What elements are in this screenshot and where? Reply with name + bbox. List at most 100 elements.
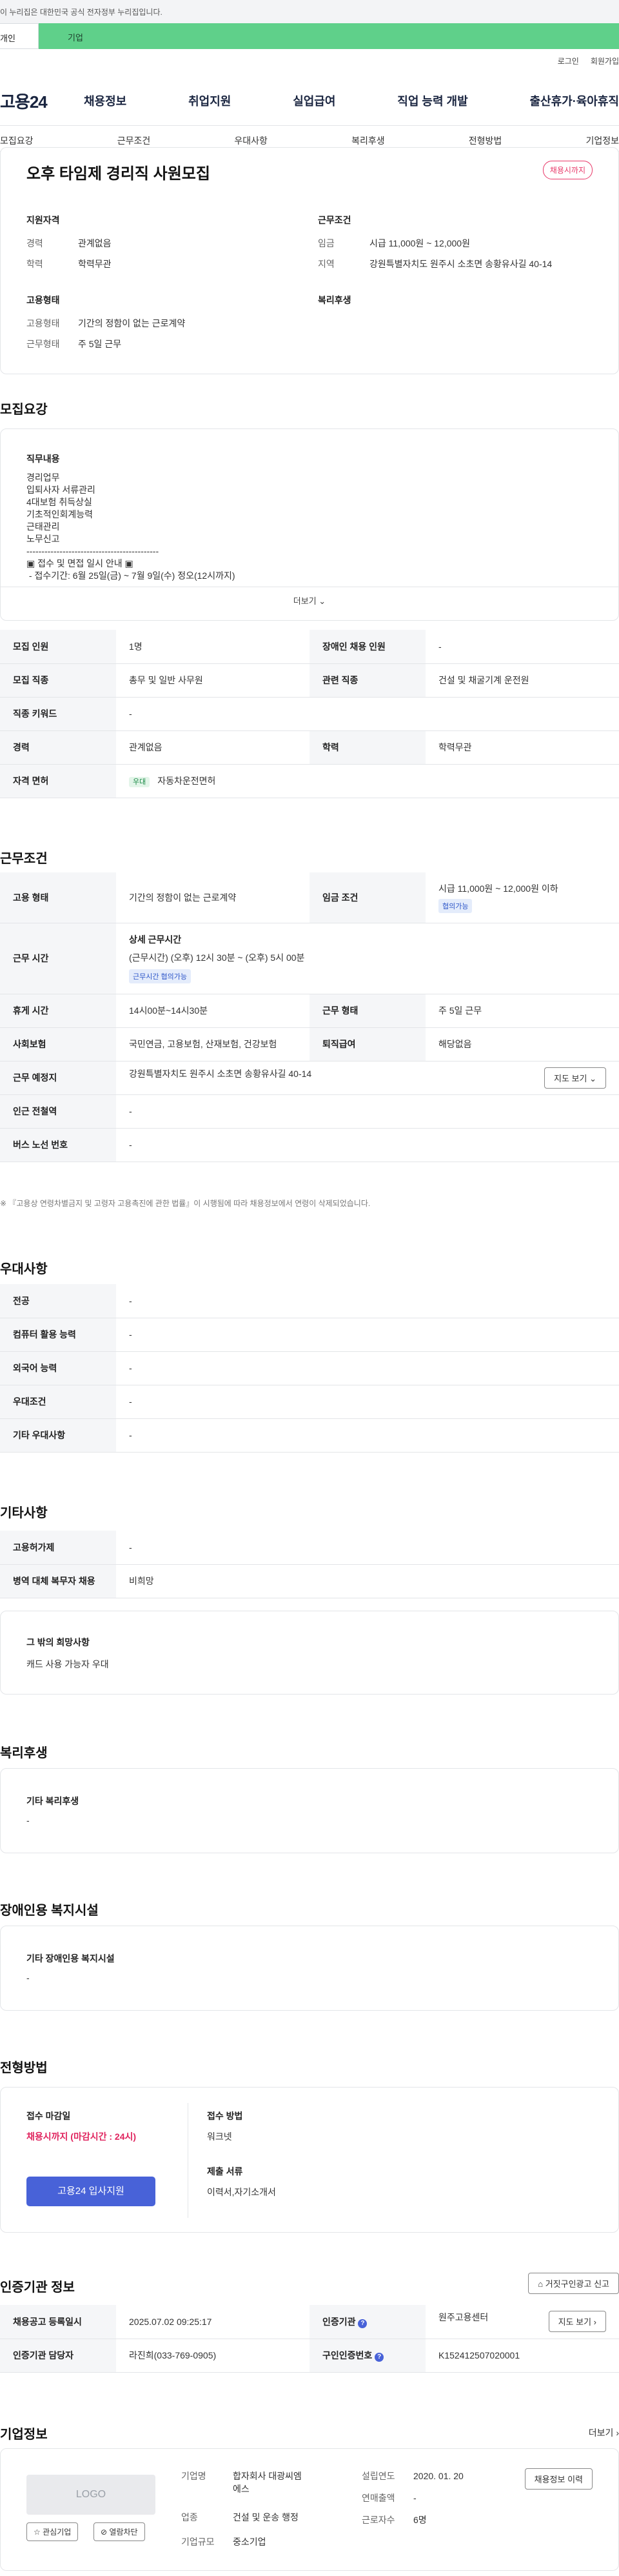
company-more-link[interactable]: 더보기 › (589, 2426, 619, 2439)
place-value: 강원특별자치도 원주시 소초면 송황유사길 40-14 (129, 1068, 312, 1079)
cell-label: 인증기관 담당자 (0, 2339, 116, 2373)
career-row: 경력 관계없음 (26, 237, 112, 250)
etc-table: 고용허가제 - 병역 대체 복무자 채용 비희망 (0, 1531, 619, 1598)
cell-label: 휴게 시간 (0, 994, 116, 1028)
work-heading: 근무조건 (318, 215, 351, 225)
cell-value: 1명 (116, 630, 310, 664)
gnb-item-support[interactable]: 취업지원 (188, 92, 231, 109)
job-history-button[interactable]: 채용정보 이력 (524, 2468, 593, 2490)
other-wish-card: 그 밖의 희망사항 캐드 사용 가능자 우대 (0, 1611, 619, 1695)
chevron-down-icon: ⌄ (319, 596, 326, 606)
region-label: 지역 (318, 259, 335, 269)
employ-type-row: 고용형태 기간의 정함이 없는 근로계약 (26, 317, 185, 330)
edu-row: 학력 학력무관 (26, 257, 112, 270)
employ-heading: 고용형태 (26, 295, 60, 305)
number-label: 구인인증번호 (322, 2350, 373, 2360)
main-header: 고용24 채용정보 취업지원 실업급여 직업 능력 개발 출산휴가·육아휴직 (0, 83, 619, 119)
docs-label: 제출 서류 (207, 2166, 243, 2177)
wage-cell: 시급 11,000원 ~ 12,000원 이하 협의가능 (426, 872, 619, 923)
applicant-heading: 지원자격 (26, 215, 60, 225)
disabled-box-heading: 기타 장애인용 복지시설 (26, 1953, 115, 1964)
cell-value: K152412507020001 (426, 2339, 619, 2373)
welfare-card: 기타 복리후생 - (0, 1768, 619, 1853)
disabled-card: 기타 장애인용 복지시설 - (0, 1926, 619, 2011)
report-button[interactable]: ⌂ 거짓구인광고 신고 (528, 2273, 619, 2294)
report-icon: ⌂ (538, 2279, 544, 2289)
hours-tag: 근무시간 협의가능 (129, 969, 192, 983)
cert-heading: 인증기관 정보 (0, 2280, 75, 2295)
cell-label: 근무 시간 (0, 923, 116, 994)
method-label: 접수 방법 (207, 2111, 243, 2121)
industry-label: 업종 (181, 2512, 198, 2522)
cell-label: 근무 형태 (310, 994, 426, 1028)
tab-biz[interactable]: 기업 (39, 23, 619, 49)
cell-value: 라진희(033-769-0905) (116, 2339, 310, 2373)
login-link[interactable]: 로그인 (558, 55, 579, 66)
cell-label: 버스 노선 번호 (0, 1128, 116, 1162)
cell-value: 국민연금, 고용보험, 산재보험, 건강보험 (116, 1027, 310, 1062)
other-wish-value: 캐드 사용 가능자 우대 (26, 1659, 109, 1669)
table-row: 휴게 시간 14시00분~14시30분 근무 형태 주 5일 근무 (0, 994, 619, 1028)
agency-map-button[interactable]: 지도 보기 › (548, 2311, 606, 2333)
cell-label: 고용허가제 (0, 1531, 116, 1565)
cell-label: 모집 인원 (0, 630, 116, 664)
block-company-button[interactable]: ⊘ 열람차단 (93, 2522, 145, 2541)
cell-label: 인증기관 ? (310, 2305, 426, 2339)
scale-label: 기업규모 (181, 2537, 215, 2547)
gnb-item-jobs[interactable]: 채용정보 (84, 92, 126, 109)
gov-banner-text: 이 누리집은 대한민국 공식 전자정부 누리집입니다. (0, 8, 162, 17)
cell-value: 관계없음 (116, 730, 310, 765)
company-name-label: 기업명 (181, 2471, 206, 2481)
cell-value: - (116, 1128, 619, 1162)
cell-value: - (116, 1418, 619, 1453)
hours-cell: 상세 근무시간 (근무시간) (오후) 12시 30분 ~ (오후) 5시 00… (116, 923, 619, 994)
signup-link[interactable]: 회원가입 (591, 55, 619, 66)
sales-value: - (413, 2493, 417, 2503)
fav-company-button[interactable]: ☆ 관심기업 (26, 2522, 79, 2541)
duty-more-button[interactable]: 더보기 ⌄ (1, 594, 618, 607)
welfare-heading-summary: 복리후생 (318, 295, 351, 305)
gov-banner: 이 누리집은 대한민국 공식 전자정부 누리집입니다. (0, 0, 619, 23)
info-icon[interactable]: ? (358, 2319, 368, 2328)
info-icon[interactable]: ? (375, 2353, 384, 2362)
license-cell: 우대 자동차운전면허 (116, 764, 619, 798)
gnb-item-leave[interactable]: 출산휴가·육아휴직 (530, 92, 619, 109)
preferences-heading: 우대사항 (0, 1262, 48, 1276)
etc-heading: 기타사항 (0, 1506, 48, 1520)
summary-card: 오후 타임제 경리직 사원모집 채용시까지 지원자격 경력 관계없음 학력 학력무관… (0, 147, 619, 374)
tab-person[interactable]: 개인 (0, 23, 39, 49)
cell-value: - (116, 1351, 619, 1385)
table-row: 버스 노선 번호 - (0, 1128, 619, 1162)
career-label: 경력 (26, 238, 43, 248)
cell-label: 자격 면허 (0, 764, 116, 798)
company-more-label: 더보기 (588, 2428, 614, 2438)
work-form-label: 근무형태 (26, 339, 60, 349)
other-wish-heading: 그 밖의 희망사항 (26, 1637, 90, 1647)
cell-label: 인근 전철역 (0, 1094, 116, 1129)
region-value: 강원특별자치도 원주시 소초면 송황유사길 40-14 (369, 259, 553, 269)
chevron-down-icon: ⌄ (589, 1073, 596, 1083)
report-button-label: 거짓구인광고 신고 (545, 2279, 609, 2289)
cell-label: 장애인 채용 인원 (310, 630, 426, 664)
table-row: 모집 직종 총무 및 일반 사무원 관련 직종 건설 및 채굴기계 운전원 (0, 663, 619, 698)
deadline-value: 채용시까지 (마감시간 : 24시) (26, 2131, 137, 2142)
welfare-box-value: - (26, 1815, 30, 1826)
hours-title: 상세 근무시간 (129, 934, 182, 945)
table-row: 근무 시간 상세 근무시간 (근무시간) (오후) 12시 30분 ~ (오후)… (0, 923, 619, 994)
work-form-row: 근무형태 주 5일 근무 (26, 337, 121, 350)
apply-button[interactable]: 고용24 입사지원 (26, 2177, 155, 2206)
license-tag: 우대 (129, 777, 150, 787)
gnb-item-benefit[interactable]: 실업급여 (293, 92, 335, 109)
cell-value: 14시00분~14시30분 (116, 994, 310, 1028)
cell-label: 전공 (0, 1284, 116, 1318)
company-name-value: 합자회사 대광씨엠에스 (233, 2471, 302, 2494)
agency-map-label: 지도 보기 (558, 2317, 592, 2328)
site-logo[interactable]: 고용24 (0, 89, 84, 113)
map-button[interactable]: 지도 보기 ⌄ (544, 1067, 606, 1089)
cell-label: 구인인증번호 ? (310, 2339, 426, 2373)
recruit-heading: 모집요강 (0, 403, 48, 417)
conditions-heading: 근무조건 (0, 852, 48, 866)
header-divider (0, 125, 619, 126)
gnb-item-training[interactable]: 직업 능력 개발 (397, 92, 467, 109)
util-links: 로그인 회원가입 (558, 55, 619, 66)
